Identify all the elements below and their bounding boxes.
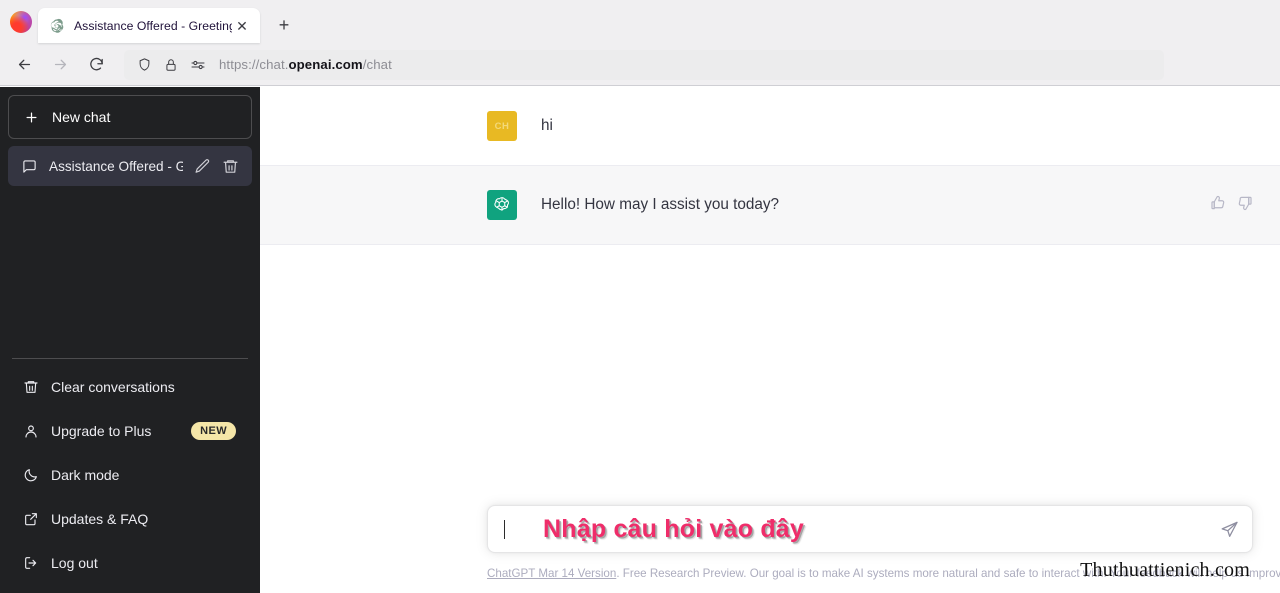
message-text: hi (541, 117, 553, 134)
browser-window: Assistance Offered - Greeting. ✕ + https… (0, 0, 1280, 593)
sidebar-divider (12, 358, 248, 359)
logout-icon (22, 555, 39, 572)
sidebar-item-log-out[interactable]: Log out (8, 541, 252, 585)
text-caret (504, 519, 505, 539)
pencil-icon[interactable] (194, 158, 211, 175)
chatgpt-favicon-icon (49, 18, 65, 34)
sidebar-item-label: Log out (51, 555, 98, 571)
feedback-actions (1209, 194, 1254, 212)
sidebar-item-label: Dark mode (51, 467, 120, 483)
message-text: Hello! How may I assist you today? (541, 196, 780, 213)
reload-button[interactable] (80, 49, 112, 81)
tab-title: Assistance Offered - Greeting. (74, 18, 232, 33)
chat-bubble-icon (21, 158, 38, 175)
url-domain: openai.com (288, 57, 363, 72)
back-button[interactable] (8, 49, 40, 81)
footer-disclaimer: ChatGPT Mar 14 Version. Free Research Pr… (487, 559, 1280, 583)
address-bar[interactable]: https://chat.openai.com/chat (124, 49, 1164, 80)
chat-message-user: CH hi (260, 87, 1280, 165)
trash-icon[interactable] (222, 158, 239, 175)
sidebar-conversation-item[interactable]: Assistance Offered - Gr (8, 146, 252, 186)
chat-main: CH hi Hello! How may I assist you today? (260, 87, 1280, 593)
sidebar-item-label: Clear conversations (51, 379, 175, 395)
new-chat-label: New chat (52, 109, 111, 125)
avatar: CH (487, 111, 517, 141)
url-text[interactable]: https://chat.openai.com/chat (219, 57, 392, 72)
person-icon (22, 423, 39, 440)
browser-tab[interactable]: Assistance Offered - Greeting. ✕ (38, 8, 260, 43)
new-chat-button[interactable]: New chat (8, 95, 252, 139)
sidebar-item-clear-conversations[interactable]: Clear conversations (8, 365, 252, 409)
sidebar-item-label: Upgrade to Plus (51, 423, 152, 439)
sidebar-item-updates-faq[interactable]: Updates & FAQ (8, 497, 252, 541)
overlay-annotation-text: Nhập câu hỏi vào đây (541, 513, 805, 545)
forward-button (44, 49, 76, 81)
thumbs-up-icon[interactable] (1209, 194, 1227, 212)
chat-message-assistant: Hello! How may I assist you today? (260, 165, 1280, 245)
trash-icon (22, 379, 39, 396)
navigation-toolbar: https://chat.openai.com/chat (0, 44, 1280, 86)
lock-icon[interactable] (161, 55, 181, 75)
page-content: New chat Assistance Offered - Gr Clear c… (0, 87, 1280, 593)
avatar (487, 190, 517, 220)
url-prefix: https://chat. (219, 57, 289, 72)
message-inner: Hello! How may I assist you today? (260, 190, 1280, 220)
sidebar: New chat Assistance Offered - Gr Clear c… (0, 87, 260, 593)
sidebar-item-label: Updates & FAQ (51, 511, 149, 527)
sidebar-item-upgrade-to-plus[interactable]: Upgrade to Plus NEW (8, 409, 252, 453)
url-path: /chat (362, 57, 392, 72)
new-tab-button[interactable]: + (270, 11, 298, 39)
composer-area: Nhập câu hỏi vào đây ChatGPT Mar 14 Vers… (260, 463, 1280, 593)
tab-strip: Assistance Offered - Greeting. ✕ + (0, 0, 1280, 44)
new-badge: NEW (191, 422, 236, 440)
moon-icon (22, 467, 39, 484)
permissions-icon[interactable] (188, 55, 208, 75)
thumbs-down-icon[interactable] (1236, 194, 1254, 212)
plus-icon (23, 109, 40, 126)
watermark: Thuthuattienich.com (1080, 559, 1250, 581)
shield-icon[interactable] (134, 55, 154, 75)
external-link-icon (22, 511, 39, 528)
send-button[interactable] (1218, 518, 1240, 540)
conversation-title: Assistance Offered - Gr (49, 158, 183, 174)
message-input-box[interactable]: Nhập câu hỏi vào đây (487, 505, 1253, 554)
version-link[interactable]: ChatGPT Mar 14 Version (487, 567, 616, 580)
message-inner: CH hi (260, 111, 1280, 141)
sidebar-item-dark-mode[interactable]: Dark mode (8, 453, 252, 497)
tab-close-icon[interactable]: ✕ (232, 16, 252, 36)
firefox-logo-icon (10, 11, 32, 33)
